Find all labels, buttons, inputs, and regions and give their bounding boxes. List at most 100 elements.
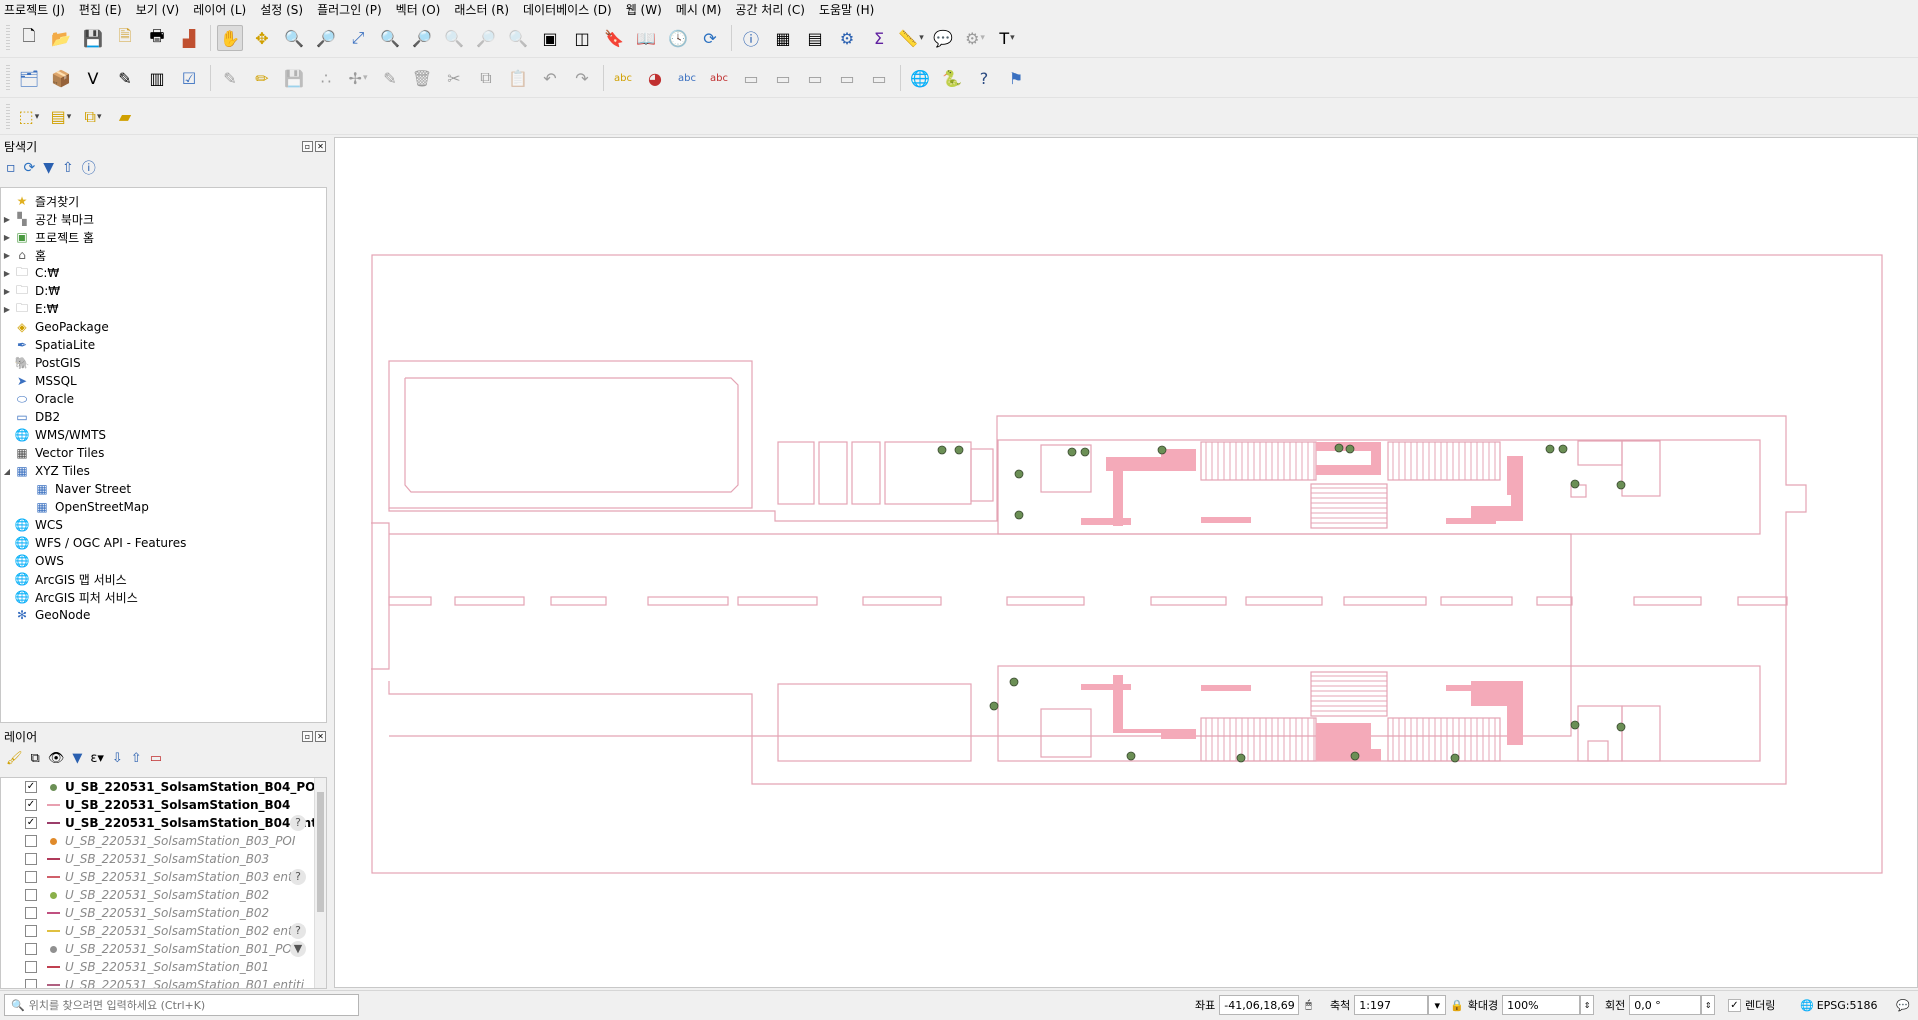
show-hide-labels-icon[interactable]: abc xyxy=(706,65,732,91)
float-panel-icon[interactable]: ▫ xyxy=(302,730,313,742)
new-map-view-icon[interactable]: ▣ xyxy=(537,25,563,51)
menu-item[interactable]: 웹 (W) xyxy=(626,1,662,18)
layer-row[interactable]: U_SB_220531_SolsamStation_B03 entiti? xyxy=(1,868,326,886)
coordinate-input[interactable]: -41,06,18,69 xyxy=(1219,995,1300,1015)
undo-icon[interactable]: ↶ xyxy=(537,65,563,91)
menu-item[interactable]: 레이어 (L) xyxy=(193,1,246,18)
scale-input[interactable]: 1:197 xyxy=(1354,995,1429,1015)
browser-item[interactable]: ▶ ⌂ 홈 xyxy=(1,246,326,264)
pin-labels-icon[interactable]: abc xyxy=(674,65,700,91)
gps-icon[interactable]: ▥ xyxy=(144,65,170,91)
check-geometry-icon[interactable]: ☑ xyxy=(176,65,202,91)
layer-row[interactable]: U_SB_220531_SolsamStation_B02 xyxy=(1,904,326,922)
refresh-icon[interactable]: ⟳ xyxy=(697,25,723,51)
browser-item[interactable]: 🌐 WCS xyxy=(1,516,326,534)
modify-attributes-icon[interactable]: ✎ xyxy=(377,65,403,91)
data-source-manager-icon[interactable]: 🗂 xyxy=(16,65,42,91)
menu-item[interactable]: 편집 (E) xyxy=(79,1,122,18)
layer-visibility-checkbox[interactable]: ✓ xyxy=(25,781,37,793)
zoom-full-icon[interactable]: ⤢ xyxy=(345,25,371,51)
browser-item[interactable]: ▭ DB2 xyxy=(1,408,326,426)
delete-selected-icon[interactable]: 🗑 xyxy=(409,65,435,91)
layer-row[interactable]: U_SB_220531_SolsamStation_B02 entiti? xyxy=(1,922,326,940)
zoom-next-icon[interactable]: 🔍 xyxy=(505,25,531,51)
layer-visibility-checkbox[interactable] xyxy=(25,889,37,901)
browser-item[interactable]: ▶ 🗀 D:₩ xyxy=(1,282,326,300)
toggle-editing-pencil-icon[interactable]: ✏ xyxy=(249,65,275,91)
layer-visibility-checkbox[interactable]: ✓ xyxy=(25,799,37,811)
quickmapservices-icon[interactable]: 🌐 xyxy=(907,65,933,91)
browser-item[interactable]: 🌐 ArcGIS 피처 서비스 xyxy=(1,588,326,606)
menu-item[interactable]: 프로젝트 (J) xyxy=(4,1,65,18)
temporal-controller-icon[interactable]: 🕓 xyxy=(665,25,691,51)
deselect-features-icon[interactable]: ⧉ xyxy=(80,104,106,130)
toolbar-grip[interactable] xyxy=(6,25,10,51)
help-icon[interactable]: ? xyxy=(971,65,997,91)
browser-item[interactable]: ✒ SpatiaLite xyxy=(1,336,326,354)
rotate-label-icon[interactable]: ▭ xyxy=(770,65,796,91)
manage-visibility-icon[interactable]: 👁 xyxy=(48,751,65,766)
browser-item[interactable]: ◢ ▦ XYZ Tiles xyxy=(1,462,326,480)
browser-item[interactable]: ➤ MSSQL xyxy=(1,372,326,390)
layer-row[interactable]: U_SB_220531_SolsamStation_B02 xyxy=(1,886,326,904)
browser-item[interactable]: 🌐 WMS/WMTS xyxy=(1,426,326,444)
spin-arrows-icon[interactable]: ⇕ xyxy=(1580,995,1595,1015)
browser-item[interactable]: ▶ ▣ 프로젝트 홈 xyxy=(1,228,326,246)
cut-features-icon[interactable]: ✂ xyxy=(441,65,467,91)
copy-features-icon[interactable]: ⧉ xyxy=(473,65,499,91)
layer-visibility-checkbox[interactable] xyxy=(25,871,37,883)
toolbar-grip[interactable] xyxy=(6,65,10,91)
close-panel-icon[interactable]: ✕ xyxy=(315,140,326,152)
open-project-icon[interactable]: 📂 xyxy=(48,25,74,51)
save-project-icon[interactable]: 💾 xyxy=(80,25,106,51)
browser-item[interactable]: ▦ Vector Tiles xyxy=(1,444,326,462)
layers-scrollbar[interactable] xyxy=(314,778,326,988)
filter-icon[interactable]: ▼ xyxy=(43,160,54,176)
lock-icon[interactable]: 🔒 xyxy=(1450,999,1464,1012)
spin-arrows-icon[interactable]: ⇕ xyxy=(1701,995,1716,1015)
python-console-icon[interactable]: 🐍 xyxy=(939,65,965,91)
label-props-icon[interactable]: ▭ xyxy=(834,65,860,91)
crs-field[interactable]: 🌐 EPSG:5186 xyxy=(1800,994,1878,1016)
attribute-table-icon[interactable]: ▦ xyxy=(770,25,796,51)
layer-visibility-checkbox[interactable] xyxy=(25,943,37,955)
plugin-icon[interactable]: ⚑ xyxy=(1003,65,1029,91)
add-group-icon[interactable]: ⧉ xyxy=(31,751,40,766)
layer-row[interactable]: U_SB_220531_SolsamStation_B01 xyxy=(1,958,326,976)
new-bookmark-icon[interactable]: 🔖 xyxy=(601,25,627,51)
collapse-all-icon[interactable]: ⇧ xyxy=(131,751,142,766)
browser-item[interactable]: 🐘 PostGIS xyxy=(1,354,326,372)
magnifier-input[interactable]: 100% xyxy=(1502,995,1581,1015)
save-edits-icon[interactable]: 💾 xyxy=(281,65,307,91)
float-panel-icon[interactable]: ▫ xyxy=(302,140,313,152)
vertex-tool-icon[interactable]: ✢ xyxy=(345,65,371,91)
expand-arrow-icon[interactable]: ▶ xyxy=(1,233,13,242)
zoom-to-layer-icon[interactable]: 🔎 xyxy=(409,25,435,51)
menu-item[interactable]: 보기 (V) xyxy=(136,1,179,18)
properties-info-icon[interactable]: ⓘ xyxy=(82,158,96,178)
digitize-icon[interactable]: ✎ xyxy=(112,65,138,91)
identify-features-icon[interactable]: ⓘ xyxy=(738,25,764,51)
expand-arrow-icon[interactable]: ▶ xyxy=(1,215,13,224)
render-checkbox[interactable]: ✓ xyxy=(1728,998,1741,1012)
new-3d-view-icon[interactable]: ◫ xyxy=(569,25,595,51)
new-geopackage-layer-icon[interactable]: 📦 xyxy=(48,65,74,91)
expand-arrow-icon[interactable]: ▶ xyxy=(1,251,13,260)
layer-row[interactable]: ✓ U_SB_220531_SolsamStation_B04 xyxy=(1,796,326,814)
map-canvas[interactable] xyxy=(334,137,1918,988)
pan-to-selection-icon[interactable]: ✥ xyxy=(249,25,275,51)
browser-item[interactable]: ▦ Naver Street xyxy=(1,480,326,498)
layer-row[interactable]: U_SB_220531_SolsamStation_B03_POI xyxy=(1,832,326,850)
unknown-crs-warning-icon[interactable]: ? xyxy=(290,923,306,939)
browser-item[interactable]: ◈ GeoPackage xyxy=(1,318,326,336)
chevron-down-icon[interactable]: ▾ xyxy=(1428,995,1447,1015)
zoom-last-icon[interactable]: 🔎 xyxy=(473,25,499,51)
map-tips-icon[interactable]: 💬 xyxy=(930,25,956,51)
expand-arrow-icon[interactable]: ▶ xyxy=(1,287,13,296)
menu-item[interactable]: 설정 (S) xyxy=(260,1,303,18)
expand-arrow-icon[interactable]: ▶ xyxy=(1,269,13,278)
layer-styling-icon[interactable]: 🖌 xyxy=(6,751,23,766)
layer-visibility-checkbox[interactable]: ✓ xyxy=(25,817,37,829)
menu-item[interactable]: 벡터 (O) xyxy=(396,1,441,18)
paste-features-icon[interactable]: 📋 xyxy=(505,65,531,91)
